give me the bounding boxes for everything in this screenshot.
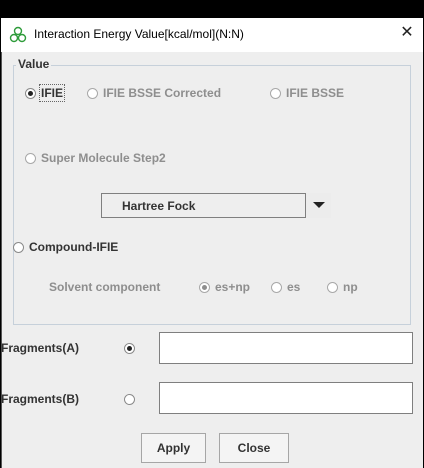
- value-group-legend: Value: [16, 57, 52, 71]
- radio-fragments-b[interactable]: [124, 394, 135, 405]
- radio-fragments-a[interactable]: [124, 343, 135, 354]
- close-button[interactable]: Close: [219, 433, 289, 463]
- radio-compound-ifie[interactable]: [13, 242, 24, 253]
- radio-ifie-bsse[interactable]: [270, 88, 281, 99]
- label-compound-ifie[interactable]: Compound-IFIE: [29, 240, 118, 254]
- chevron-down-icon[interactable]: [305, 193, 331, 218]
- label-ifie-bsse[interactable]: IFIE BSSE: [286, 86, 344, 100]
- radio-solvent-es-np[interactable]: [199, 282, 210, 293]
- fragments-b-input[interactable]: [159, 382, 413, 414]
- solvent-component-label: Solvent component: [49, 280, 161, 294]
- title-bar[interactable]: Interaction Energy Value[kcal/mol](N:N) …: [1, 18, 423, 52]
- method-select[interactable]: Hartree Fock: [101, 193, 331, 218]
- label-solvent-es-np[interactable]: es+np: [215, 280, 250, 294]
- fragments-a-input[interactable]: [159, 332, 413, 364]
- label-super-molecule-step2[interactable]: Super Molecule Step2: [41, 151, 166, 165]
- label-ifie-bsse-corrected[interactable]: IFIE BSSE Corrected: [103, 86, 221, 100]
- apply-button[interactable]: Apply: [141, 433, 206, 463]
- label-solvent-np[interactable]: np: [343, 280, 358, 294]
- radio-solvent-np[interactable]: [327, 282, 338, 293]
- label-solvent-es[interactable]: es: [287, 280, 300, 294]
- label-ifie[interactable]: IFIE: [38, 84, 66, 102]
- close-icon[interactable]: ✕: [397, 23, 417, 43]
- method-select-value: Hartree Fock: [122, 199, 196, 213]
- molecule-icon: [9, 26, 27, 43]
- radio-ifie-bsse-corrected[interactable]: [87, 88, 98, 99]
- window-title: Interaction Energy Value[kcal/mol](N:N): [34, 27, 244, 41]
- fragments-a-label: Fragments(A): [1, 341, 80, 355]
- radio-ifie[interactable]: [25, 88, 36, 99]
- radio-solvent-es[interactable]: [271, 282, 282, 293]
- radio-super-molecule-step2[interactable]: [25, 153, 36, 164]
- fragments-b-label: Fragments(B): [1, 392, 80, 406]
- dialog-window: Interaction Energy Value[kcal/mol](N:N) …: [1, 18, 423, 468]
